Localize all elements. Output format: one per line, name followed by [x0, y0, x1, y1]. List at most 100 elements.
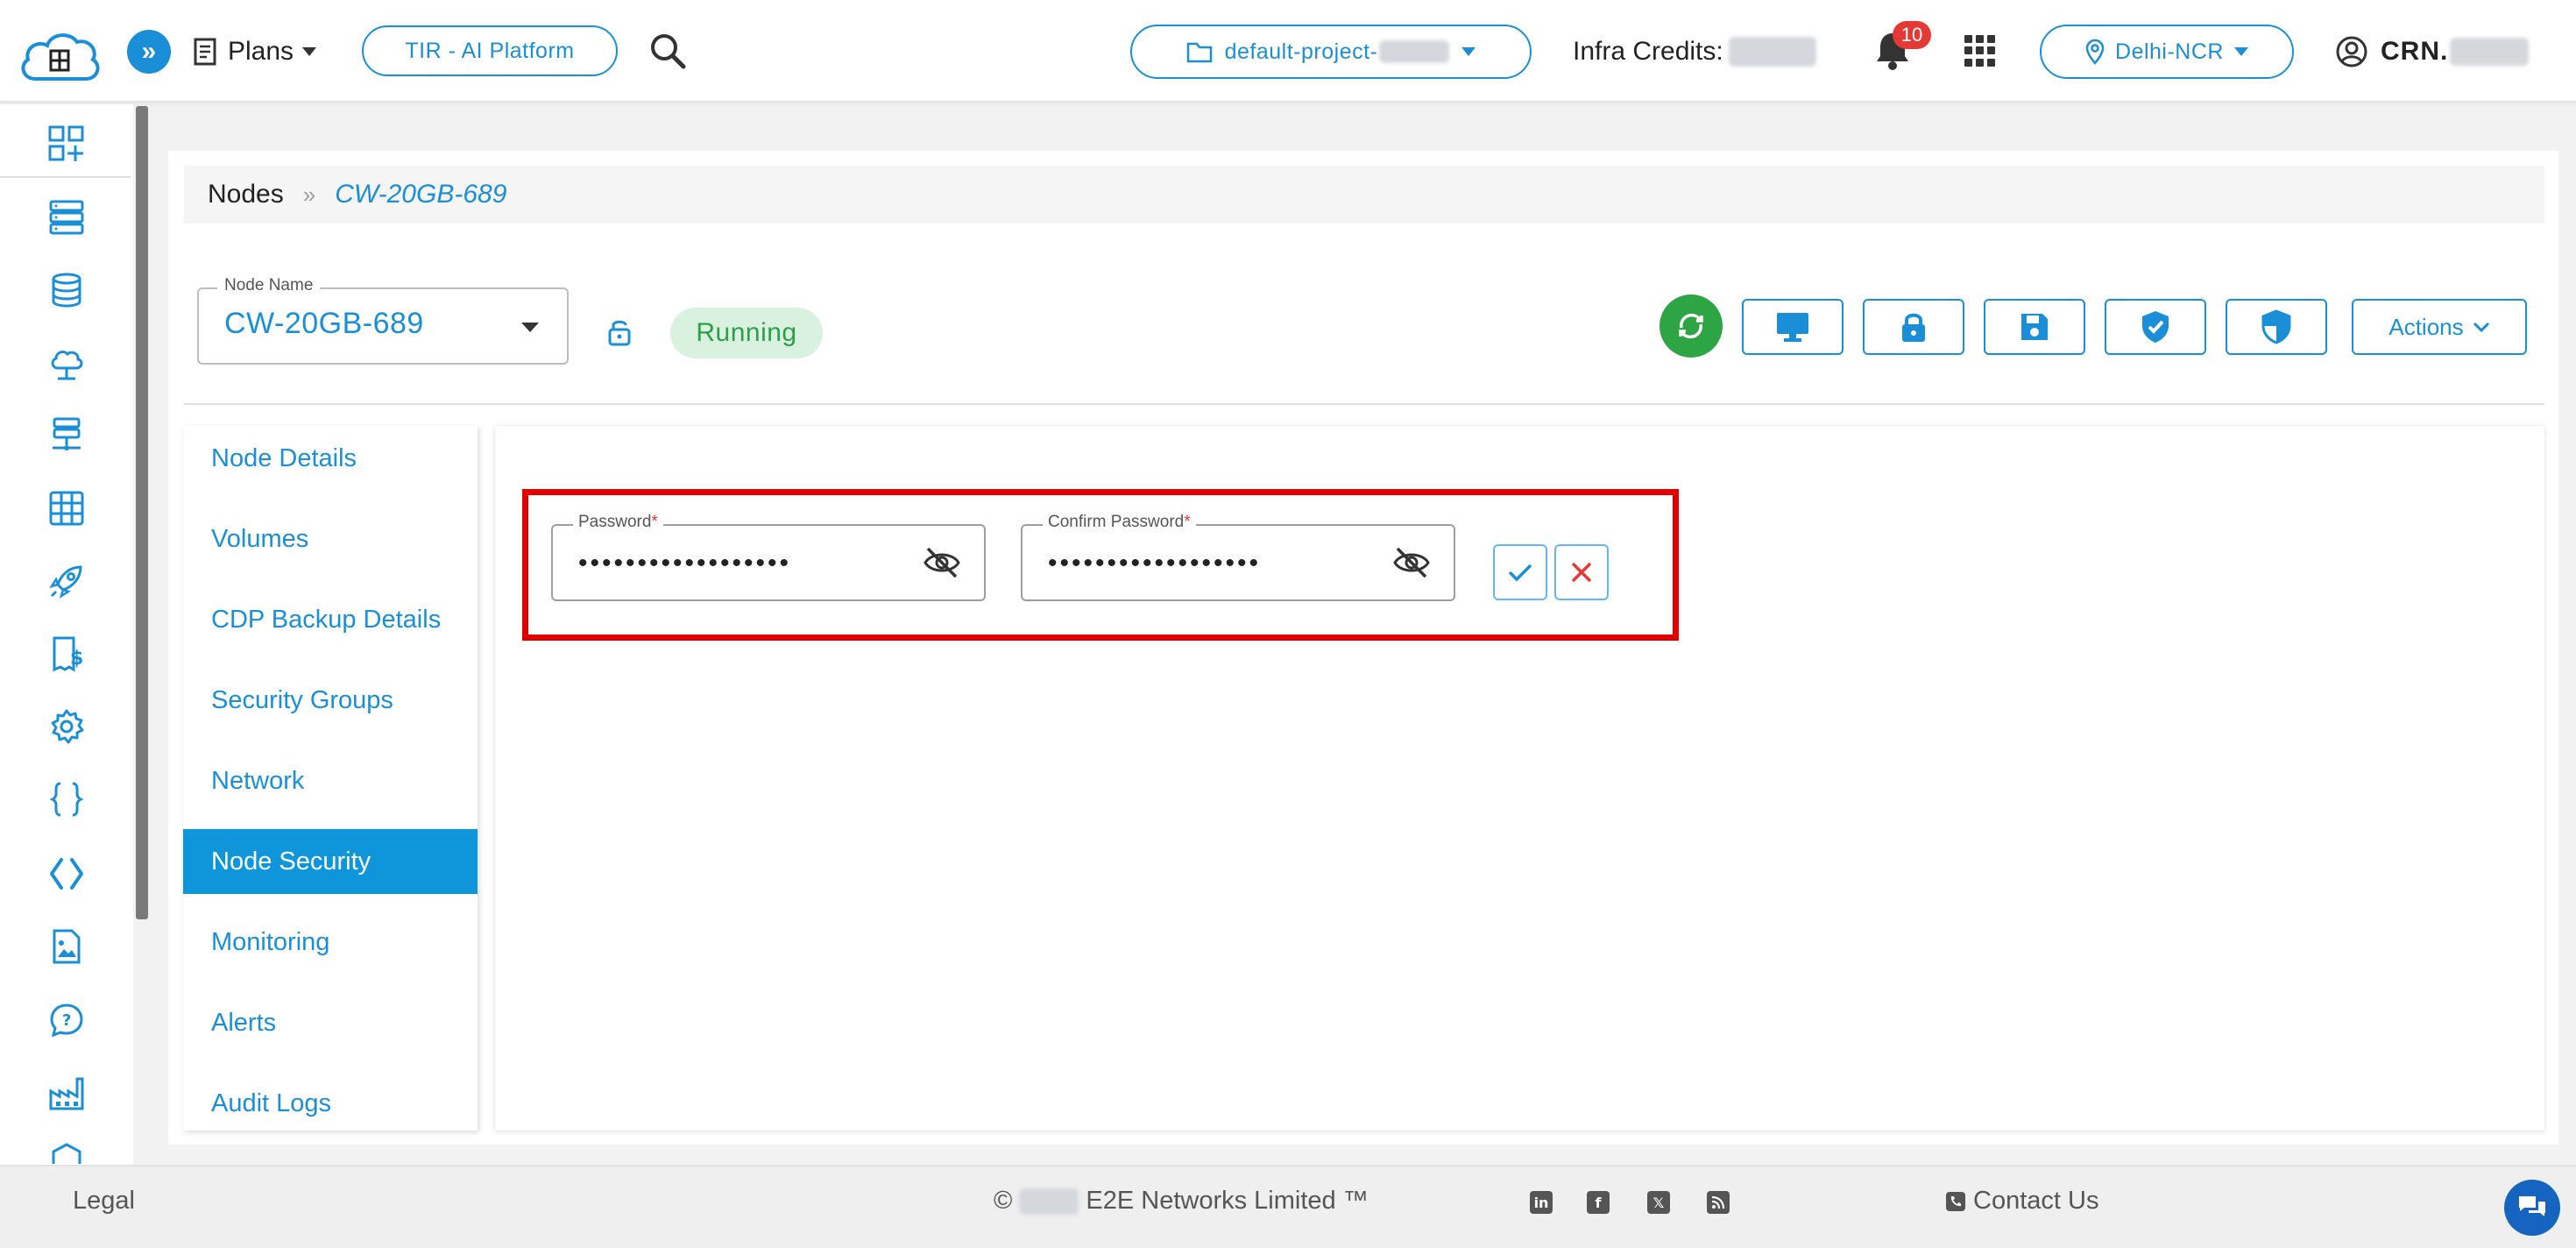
facebook-icon[interactable]: f [1587, 1191, 1610, 1214]
tab-audit-logs[interactable]: Audit Logs [183, 1071, 478, 1136]
user-menu[interactable]: CRN. [2335, 32, 2530, 72]
contact-us-label: Contact Us [1973, 1187, 2099, 1215]
confirm-password-value: •••••••••••••••••• [1048, 549, 1262, 578]
svg-text:?: ? [62, 1011, 71, 1030]
actions-label: Actions [2388, 313, 2464, 340]
plans-icon [194, 38, 216, 66]
dashboard-add-icon[interactable] [44, 121, 89, 167]
sidebar-scrollbar[interactable] [136, 106, 148, 919]
plans-label: Plans [228, 37, 294, 66]
actions-dropdown-button[interactable]: Actions [2352, 299, 2527, 355]
tab-volumes[interactable]: Volumes [183, 507, 478, 571]
user-crn-label: CRN. [2381, 37, 2449, 66]
rocket-icon[interactable] [44, 558, 89, 604]
required-mark: * [1184, 513, 1191, 531]
password-label: Password* [573, 513, 663, 532]
tir-platform-button[interactable]: TIR - AI Platform [362, 25, 618, 76]
sidebar-divider [0, 176, 131, 178]
account-circle-icon [2336, 36, 2367, 67]
rss-icon[interactable] [1707, 1191, 1730, 1214]
copyright-year-redacted [1019, 1188, 1079, 1215]
credits-label: Infra Credits: [1573, 37, 1723, 66]
phone-icon [1946, 1191, 1965, 1211]
node-name-value: CW-20GB-689 [224, 307, 424, 340]
code-tags-icon[interactable] [44, 851, 89, 897]
document-image-icon[interactable] [44, 924, 89, 969]
shield-check-icon [2142, 311, 2169, 343]
security-policy-button[interactable] [2226, 299, 2327, 355]
lock-icon [1902, 313, 1925, 342]
apps-grid-icon[interactable] [1964, 35, 1996, 67]
infra-credits: Infra Credits: [1573, 32, 1816, 72]
location-pin-icon [2085, 39, 2105, 65]
copyright-symbol: © [994, 1187, 1013, 1215]
chevron-down-icon [2473, 322, 2489, 333]
close-icon [1571, 562, 1592, 583]
shield-icon[interactable] [44, 1141, 89, 1164]
tab-monitoring[interactable]: Monitoring [183, 910, 478, 975]
save-icon [2021, 314, 2048, 340]
database-icon[interactable] [44, 267, 89, 313]
breadcrumb: Nodes » CW-20GB-689 [184, 166, 2544, 223]
section-divider [184, 403, 2544, 405]
tab-cdp-backup-details[interactable]: CDP Backup Details [183, 587, 478, 652]
breadcrumb-root[interactable]: Nodes [208, 180, 284, 209]
copyright: © E2E Networks Limited ™ [994, 1187, 1369, 1216]
security-check-button[interactable] [2105, 299, 2206, 355]
legal-link[interactable]: Legal [73, 1187, 135, 1216]
help-chat-icon[interactable]: ? [44, 997, 89, 1043]
user-crn-redacted [2450, 38, 2530, 66]
caret-down-icon[interactable] [521, 323, 539, 332]
confirm-button[interactable] [1493, 544, 1547, 600]
caret-down-icon [302, 47, 317, 56]
tab-network[interactable]: Network [183, 748, 478, 813]
eye-off-icon[interactable] [1392, 545, 1431, 580]
expand-sidebar-button[interactable]: » [127, 30, 171, 74]
refresh-icon [1679, 313, 1703, 339]
monitor-icon [1777, 313, 1808, 342]
save-image-button[interactable] [1984, 299, 2085, 355]
confirm-password-label: Confirm Password* [1043, 513, 1196, 532]
cancel-button[interactable] [1554, 544, 1609, 600]
password-label-text: Password [578, 513, 652, 531]
credits-value-redacted [1728, 37, 1816, 67]
confirm-password-label-text: Confirm Password [1048, 513, 1185, 531]
chat-widget-button[interactable] [2504, 1180, 2560, 1236]
project-selector[interactable]: default-project- [1130, 25, 1532, 79]
server-list-icon[interactable] [44, 195, 89, 240]
network-server-icon[interactable] [44, 413, 89, 458]
svg-text:$: $ [70, 648, 83, 670]
contact-us-link[interactable]: Contact Us [1945, 1187, 2098, 1216]
eye-off-icon[interactable] [923, 545, 961, 580]
tab-security-groups[interactable]: Security Groups [183, 668, 478, 733]
tab-alerts[interactable]: Alerts [183, 990, 478, 1055]
region-label: Delhi-NCR [2115, 39, 2224, 64]
tab-node-security[interactable]: Node Security [183, 829, 478, 894]
lock-node-button[interactable] [1863, 299, 1964, 355]
region-selector[interactable]: Delhi-NCR [2040, 25, 2294, 79]
e2e-cloud-logo[interactable] [16, 25, 103, 88]
refresh-button[interactable] [1660, 294, 1723, 358]
factory-icon[interactable] [44, 1070, 89, 1116]
lock-open-icon[interactable] [606, 317, 633, 347]
plans-menu[interactable]: Plans [193, 32, 317, 72]
check-icon [1508, 564, 1532, 582]
linkedin-icon[interactable]: in [1530, 1191, 1553, 1214]
required-mark: * [651, 513, 658, 531]
grid-table-icon[interactable] [44, 486, 89, 531]
chat-icon [2519, 1196, 2545, 1216]
search-icon[interactable] [648, 32, 689, 72]
tab-node-details[interactable]: Node Details [183, 426, 478, 491]
caret-down-icon [1461, 47, 1476, 56]
project-label: default-project- [1224, 39, 1378, 64]
cloud-upload-icon[interactable] [44, 340, 89, 386]
console-button[interactable] [1742, 299, 1844, 355]
code-braces-icon[interactable] [44, 776, 89, 822]
status-badge: Running [670, 308, 823, 358]
caret-down-icon [2233, 47, 2248, 56]
settings-icon[interactable] [44, 704, 89, 749]
notification-badge: 10 [1893, 21, 1931, 49]
x-icon[interactable]: 𝕏 [1647, 1191, 1670, 1214]
breadcrumb-current: CW-20GB-689 [335, 180, 507, 209]
billing-icon[interactable]: $ [44, 631, 89, 677]
